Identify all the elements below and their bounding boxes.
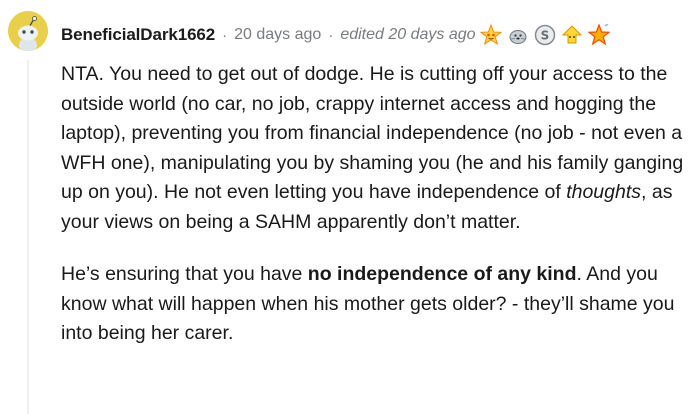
svg-text:S: S <box>540 29 549 43</box>
comment-paragraph: He’s ensuring that you have no independe… <box>61 260 691 349</box>
helpful-award-icon[interactable] <box>561 24 583 46</box>
edited-timestamp: edited 20 days ago <box>340 26 476 43</box>
italic-text: thoughts <box>566 181 642 203</box>
starstruck-award-icon[interactable] <box>479 24 502 46</box>
silver-coin-award-icon[interactable]: S <box>534 24 556 46</box>
wholesome-seal-award-icon[interactable] <box>507 24 529 46</box>
bold-text: no independence of any kind <box>307 263 577 285</box>
thread-line[interactable] <box>27 60 29 414</box>
star-award-icon[interactable] <box>587 24 610 46</box>
author-username[interactable]: BeneficialDark1662 <box>61 25 215 45</box>
comment-header: BeneficialDark1662 · 20 days ago · edite… <box>61 22 615 48</box>
paragraph-text: He’s ensuring that you have <box>61 263 308 285</box>
separator-dot: · <box>222 26 228 44</box>
snoo-avatar-icon <box>8 11 48 51</box>
avatar[interactable] <box>8 11 48 51</box>
separator-dot: · <box>328 26 334 44</box>
awards-list[interactable]: S <box>479 24 615 46</box>
comment-paragraph: NTA. You need to get out of dodge. He is… <box>61 60 691 237</box>
comment-timestamp[interactable]: 20 days ago <box>234 26 321 44</box>
comment-body: NTA. You need to get out of dodge. He is… <box>61 60 691 372</box>
